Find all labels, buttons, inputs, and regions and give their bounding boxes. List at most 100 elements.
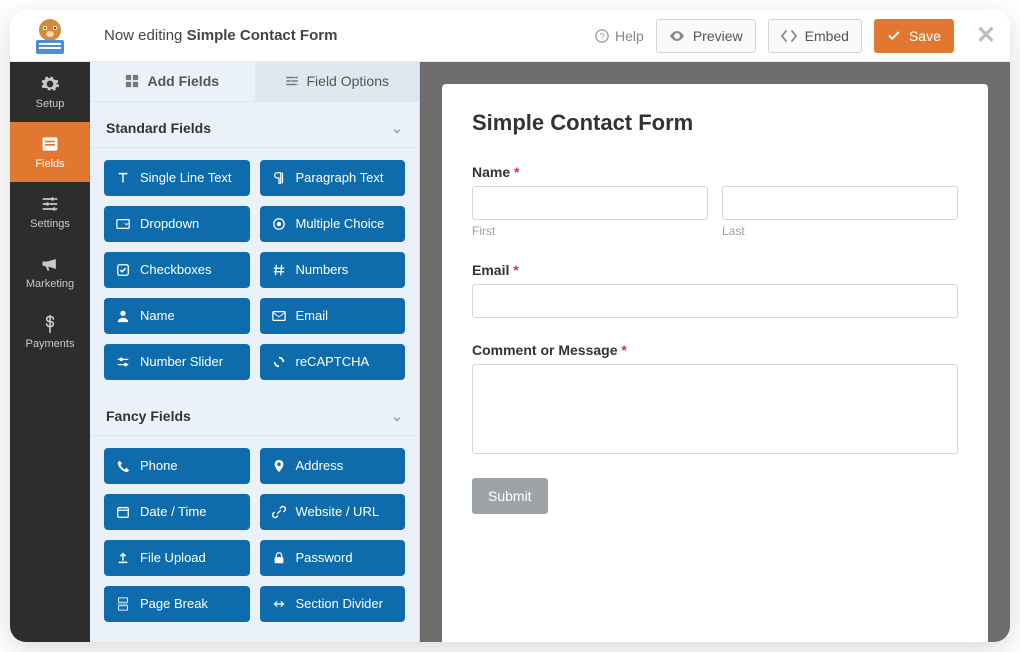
dollar-icon <box>40 314 60 334</box>
required-mark: * <box>514 164 519 180</box>
svg-text:?: ? <box>600 31 605 41</box>
section-title: Standard Fields <box>106 120 211 136</box>
chip-label: Paragraph Text <box>296 170 384 185</box>
save-label: Save <box>909 28 941 44</box>
field-page-break[interactable]: Page Break <box>104 586 250 622</box>
section-fancy-head[interactable]: Fancy Fields ⌄ <box>90 394 419 436</box>
field-checkboxes[interactable]: Checkboxes <box>104 252 250 288</box>
last-name-input[interactable] <box>722 186 958 220</box>
mail-icon <box>272 309 286 323</box>
chip-label: Name <box>140 308 175 323</box>
sidebar-item-marketing[interactable]: Marketing <box>10 242 90 302</box>
canvas-wrap: Simple Contact Form Name * First Last <box>420 62 1010 642</box>
sidebar-item-settings[interactable]: Settings <box>10 182 90 242</box>
email-input[interactable] <box>472 284 958 318</box>
save-button[interactable]: Save <box>874 19 954 53</box>
field-label: Name * <box>472 164 958 180</box>
checkbox-icon <box>116 263 130 277</box>
field-single-line-text[interactable]: Single Line Text <box>104 160 250 196</box>
sidebar-item-payments[interactable]: Payments <box>10 302 90 362</box>
submit-button[interactable]: Submit <box>472 478 548 514</box>
chip-label: Password <box>296 550 353 565</box>
paragraph-icon <box>272 171 286 185</box>
form-title: Simple Contact Form <box>472 110 958 136</box>
grid-icon <box>125 74 139 88</box>
last-sublabel: Last <box>722 224 958 238</box>
dropdown-icon <box>116 217 130 231</box>
field-file-upload[interactable]: File Upload <box>104 540 250 576</box>
field-numbers[interactable]: Numbers <box>260 252 406 288</box>
chip-label: Number Slider <box>140 354 223 369</box>
field-recaptcha[interactable]: reCAPTCHA <box>260 344 406 380</box>
label-text: Email <box>472 262 509 278</box>
required-mark: * <box>621 342 626 358</box>
field-block-name[interactable]: Name * First Last <box>472 164 958 238</box>
chip-label: Page Break <box>140 596 208 611</box>
app-frame: Now editing Simple Contact Form ? Help P… <box>10 10 1010 642</box>
tab-field-options[interactable]: Field Options <box>255 62 420 101</box>
close-button[interactable]: ✕ <box>976 24 996 48</box>
sidebar-label: Settings <box>30 218 70 230</box>
check-icon <box>887 29 901 43</box>
section-standard-head[interactable]: Standard Fields ⌄ <box>90 106 419 148</box>
field-password[interactable]: Password <box>260 540 406 576</box>
section-title: Fancy Fields <box>106 408 191 424</box>
embed-button[interactable]: Embed <box>768 19 862 53</box>
comment-textarea[interactable] <box>472 364 958 454</box>
sidebar-item-setup[interactable]: Setup <box>10 62 90 122</box>
chip-label: Section Divider <box>296 596 383 611</box>
label-text: Comment or Message <box>472 342 617 358</box>
divider-icon <box>272 597 286 611</box>
chevron-down-icon: ⌄ <box>391 408 403 425</box>
radio-icon <box>272 217 286 231</box>
help-link[interactable]: ? Help <box>595 28 644 44</box>
field-multiple-choice[interactable]: Multiple Choice <box>260 206 406 242</box>
sliders-icon <box>40 194 60 214</box>
tab-label: Add Fields <box>147 73 219 89</box>
first-name-input[interactable] <box>472 186 708 220</box>
editing-title: Now editing Simple Contact Form <box>90 27 337 44</box>
field-block-email[interactable]: Email * <box>472 262 958 318</box>
preview-button[interactable]: Preview <box>656 19 756 53</box>
link-icon <box>272 505 286 519</box>
embed-label: Embed <box>805 28 849 44</box>
chip-label: Website / URL <box>296 504 380 519</box>
field-section-divider[interactable]: Section Divider <box>260 586 406 622</box>
lock-icon <box>272 551 286 565</box>
field-block-comment[interactable]: Comment or Message * <box>472 342 958 454</box>
fields-panel: Add Fields Field Options Standard Fields… <box>90 62 420 642</box>
eye-icon <box>669 28 685 44</box>
chip-label: Multiple Choice <box>296 216 385 231</box>
field-phone[interactable]: Phone <box>104 448 250 484</box>
chip-label: Numbers <box>296 262 349 277</box>
standard-grid: Single Line Text Paragraph Text Dropdown… <box>90 160 419 386</box>
chip-label: Email <box>296 308 329 323</box>
field-dropdown[interactable]: Dropdown <box>104 206 250 242</box>
gear-icon <box>40 74 60 94</box>
pagebreak-icon <box>116 597 130 611</box>
field-number-slider[interactable]: Number Slider <box>104 344 250 380</box>
field-datetime[interactable]: Date / Time <box>104 494 250 530</box>
chip-label: reCAPTCHA <box>296 354 370 369</box>
panel-tabs: Add Fields Field Options <box>90 62 419 102</box>
field-address[interactable]: Address <box>260 448 406 484</box>
sidebar-label: Setup <box>36 98 65 110</box>
form-canvas[interactable]: Simple Contact Form Name * First Last <box>442 84 988 642</box>
sliders-small-icon <box>285 74 299 88</box>
user-icon <box>116 309 130 323</box>
help-icon: ? <box>595 29 609 43</box>
sidebar-item-fields[interactable]: Fields <box>10 122 90 182</box>
phone-icon <box>116 459 130 473</box>
logo <box>10 10 90 61</box>
tab-add-fields[interactable]: Add Fields <box>90 62 255 101</box>
field-paragraph-text[interactable]: Paragraph Text <box>260 160 406 196</box>
upload-icon <box>116 551 130 565</box>
first-sublabel: First <box>472 224 708 238</box>
panel-scroll[interactable]: Standard Fields ⌄ Single Line Text Parag… <box>90 102 419 642</box>
bullhorn-icon <box>40 254 60 274</box>
fancy-grid: Phone Address Date / Time Website / URL … <box>90 448 419 628</box>
field-email[interactable]: Email <box>260 298 406 334</box>
help-label: Help <box>615 28 644 44</box>
field-url[interactable]: Website / URL <box>260 494 406 530</box>
field-name[interactable]: Name <box>104 298 250 334</box>
